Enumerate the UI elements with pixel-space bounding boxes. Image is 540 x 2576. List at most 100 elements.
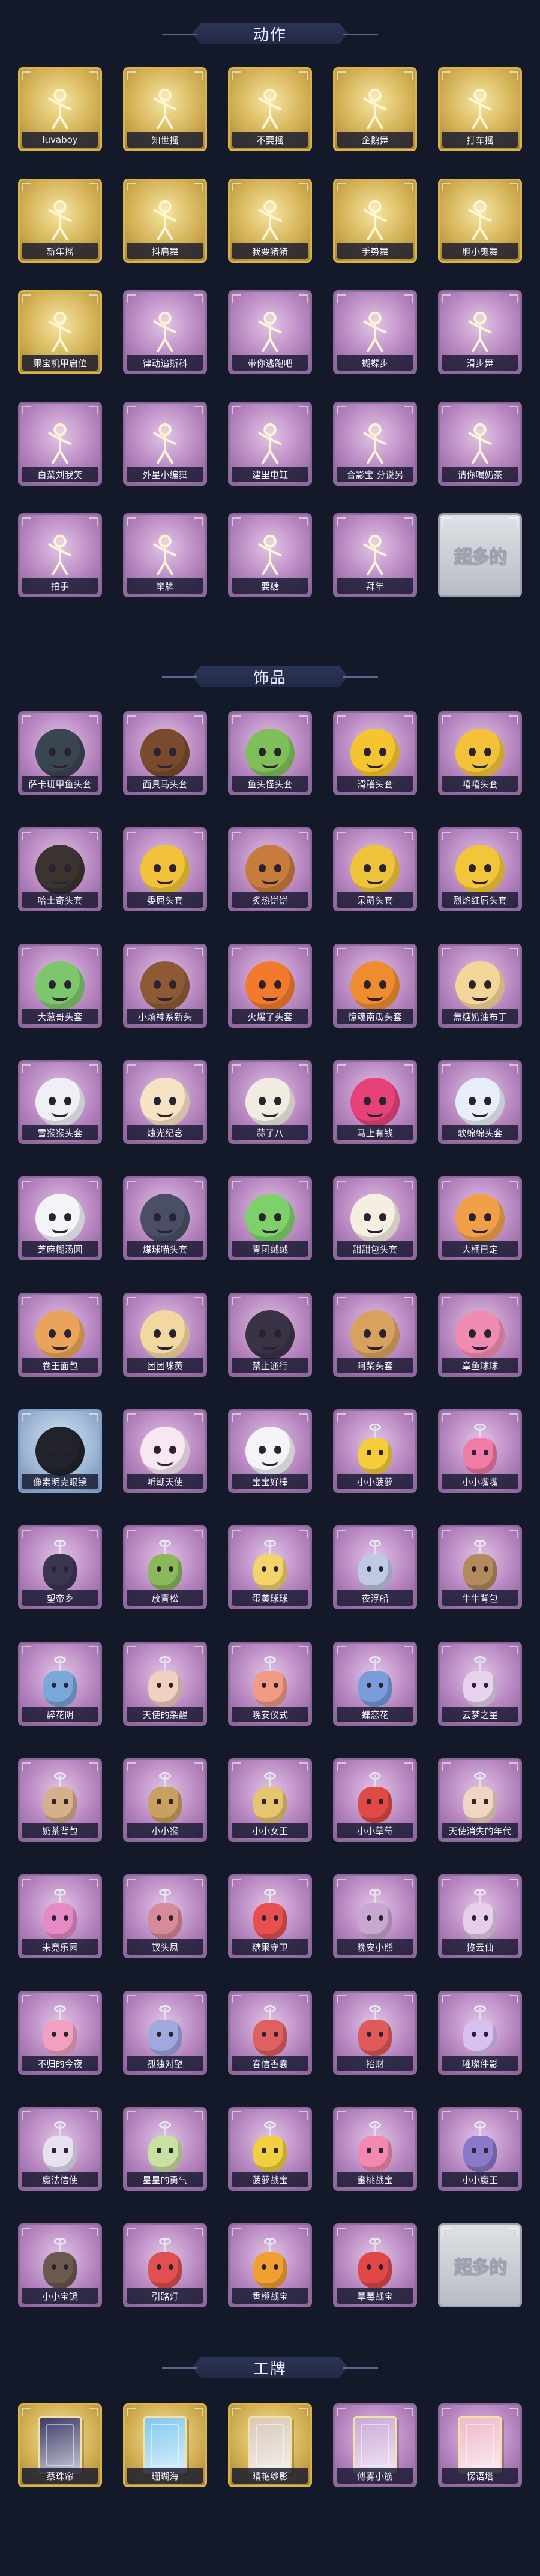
- accessories-item[interactable]: 小小菠萝: [333, 1409, 417, 1493]
- accessories-item[interactable]: 团团咪黄: [123, 1293, 207, 1377]
- actions-item[interactable]: 不要摇: [228, 67, 312, 151]
- accessories-item[interactable]: 晚安小熊: [333, 1874, 417, 1958]
- accessories-item[interactable]: 青团绒绒: [228, 1176, 312, 1260]
- accessories-item[interactable]: 炙热饼饼: [228, 827, 312, 911]
- accessories-item[interactable]: 璀璨件影: [438, 1991, 522, 2075]
- accessories-item[interactable]: 望帝乡: [18, 1525, 102, 1609]
- accessories-item[interactable]: 呆萌头套: [333, 827, 417, 911]
- accessories-item[interactable]: 夜浮船: [333, 1525, 417, 1609]
- actions-item[interactable]: 外星小编舞: [123, 402, 207, 486]
- accessories-item[interactable]: 嘻嘻头套: [438, 711, 522, 795]
- accessories-item[interactable]: 煤球喵头套: [123, 1176, 207, 1260]
- accessories-item[interactable]: 大葱哥头套: [18, 944, 102, 1028]
- badges-item[interactable]: 蔡珠帘: [18, 2403, 102, 2487]
- accessories-item[interactable]: 小小猴: [123, 1758, 207, 1842]
- accessories-item[interactable]: 小小草莓: [333, 1758, 417, 1842]
- accessories-item[interactable]: 软绵绵头套: [438, 1060, 522, 1144]
- accessories-item[interactable]: 鱼头怪头套: [228, 711, 312, 795]
- accessories-item[interactable]: 醉花阴: [18, 1642, 102, 1726]
- accessories-item[interactable]: 烈焰红唇头套: [438, 827, 522, 911]
- actions-item[interactable]: 抖肩舞: [123, 179, 207, 263]
- accessories-item[interactable]: 马上有钱: [333, 1060, 417, 1144]
- accessories-item[interactable]: 卷王面包: [18, 1293, 102, 1377]
- actions-item[interactable]: 超多的: [438, 513, 522, 597]
- accessories-item[interactable]: 焦糖奶油布丁: [438, 944, 522, 1028]
- accessories-item[interactable]: 菠萝战宝: [228, 2107, 312, 2191]
- accessories-item[interactable]: 揽云仙: [438, 1874, 522, 1958]
- accessories-item[interactable]: 放青松: [123, 1525, 207, 1609]
- accessories-item[interactable]: 甜甜包头套: [333, 1176, 417, 1260]
- actions-item[interactable]: 新年摇: [18, 179, 102, 263]
- badges-item[interactable]: 晴艳纱影: [228, 2403, 312, 2487]
- accessories-item[interactable]: 天使的杂醒: [123, 1642, 207, 1726]
- accessories-item[interactable]: 章鱼球球: [438, 1293, 522, 1377]
- actions-item[interactable]: 滑步舞: [438, 290, 522, 374]
- actions-item[interactable]: 我要猪猪: [228, 179, 312, 263]
- actions-item[interactable]: 知世摇: [123, 67, 207, 151]
- accessories-item[interactable]: 宝宝好棒: [228, 1409, 312, 1493]
- accessories-item[interactable]: 小小女王: [228, 1758, 312, 1842]
- accessories-item[interactable]: 蝶恋花: [333, 1642, 417, 1726]
- actions-item[interactable]: 带你逃跑吧: [228, 290, 312, 374]
- accessories-item[interactable]: 哈士奇头套: [18, 827, 102, 911]
- actions-item[interactable]: 要糖: [228, 513, 312, 597]
- actions-item[interactable]: 蝴蝶步: [333, 290, 417, 374]
- accessories-item[interactable]: 孤独对望: [123, 1991, 207, 2075]
- actions-item[interactable]: 果宝机甲启位: [18, 290, 102, 374]
- accessories-item[interactable]: 像素明克眼镜: [18, 1409, 102, 1493]
- accessories-item[interactable]: 禁止通行: [228, 1293, 312, 1377]
- actions-item[interactable]: 手势舞: [333, 179, 417, 263]
- actions-item[interactable]: 企鹅舞: [333, 67, 417, 151]
- accessories-item[interactable]: 蛋黄球球: [228, 1525, 312, 1609]
- accessories-item[interactable]: 烛光纪念: [123, 1060, 207, 1144]
- accessories-item[interactable]: 糖果守卫: [228, 1874, 312, 1958]
- accessories-item[interactable]: 委屈头套: [123, 827, 207, 911]
- accessories-item[interactable]: 钗头凤: [123, 1874, 207, 1958]
- accessories-item[interactable]: 奶茶背包: [18, 1758, 102, 1842]
- actions-item[interactable]: luvaboy: [18, 67, 102, 151]
- accessories-item[interactable]: 小烦神系新头: [123, 944, 207, 1028]
- actions-item[interactable]: 请你喝奶茶: [438, 402, 522, 486]
- accessories-item[interactable]: 超多的: [438, 2223, 522, 2307]
- accessories-item[interactable]: 滑稽头套: [333, 711, 417, 795]
- accessories-item[interactable]: 云梦之星: [438, 1642, 522, 1726]
- actions-item[interactable]: 打车摇: [438, 67, 522, 151]
- actions-item[interactable]: 拍手: [18, 513, 102, 597]
- actions-item[interactable]: 拜年: [333, 513, 417, 597]
- badges-item[interactable]: 珊瑚海: [123, 2403, 207, 2487]
- accessories-item[interactable]: 听潮天使: [123, 1409, 207, 1493]
- accessories-item[interactable]: 雪猴猴头套: [18, 1060, 102, 1144]
- accessories-item[interactable]: 惊魂南瓜头套: [333, 944, 417, 1028]
- actions-item[interactable]: 白菜刘我笑: [18, 402, 102, 486]
- accessories-item[interactable]: 天使消失的年代: [438, 1758, 522, 1842]
- accessories-item[interactable]: 不归的今夜: [18, 1991, 102, 2075]
- actions-item[interactable]: 合影宝 分说另: [333, 402, 417, 486]
- accessories-item[interactable]: 牛牛背包: [438, 1525, 522, 1609]
- accessories-item[interactable]: 萨卡班甲鱼头套: [18, 711, 102, 795]
- accessories-item[interactable]: 春信香囊: [228, 1991, 312, 2075]
- accessories-item[interactable]: 小小魔王: [438, 2107, 522, 2191]
- accessories-item[interactable]: 未竟乐园: [18, 1874, 102, 1958]
- accessories-item[interactable]: 芝麻糊汤圆: [18, 1176, 102, 1260]
- accessories-item[interactable]: 大橘已定: [438, 1176, 522, 1260]
- accessories-item[interactable]: 小小宝镜: [18, 2223, 102, 2307]
- accessories-item[interactable]: 蒜了八: [228, 1060, 312, 1144]
- accessories-item[interactable]: 晚安仪式: [228, 1642, 312, 1726]
- accessories-item[interactable]: 魔法信使: [18, 2107, 102, 2191]
- accessories-item[interactable]: 火爆了头套: [228, 944, 312, 1028]
- actions-item[interactable]: 胆小鬼舞: [438, 179, 522, 263]
- accessories-item[interactable]: 香橙战宝: [228, 2223, 312, 2307]
- accessories-item[interactable]: 面具马头套: [123, 711, 207, 795]
- badges-item[interactable]: 愣语塔: [438, 2403, 522, 2487]
- accessories-item[interactable]: 小小嘴嘴: [438, 1409, 522, 1493]
- accessories-item[interactable]: 阿柴头套: [333, 1293, 417, 1377]
- accessories-item[interactable]: 星星的勇气: [123, 2107, 207, 2191]
- accessories-item[interactable]: 草莓战宝: [333, 2223, 417, 2307]
- actions-item[interactable]: 律动追斯科: [123, 290, 207, 374]
- actions-item[interactable]: 建里电缸: [228, 402, 312, 486]
- accessories-item[interactable]: 招财: [333, 1991, 417, 2075]
- badges-item[interactable]: 傅雾小筋: [333, 2403, 417, 2487]
- accessories-item[interactable]: 蜜桃战宝: [333, 2107, 417, 2191]
- accessories-item[interactable]: 引路灯: [123, 2223, 207, 2307]
- actions-item[interactable]: 举牌: [123, 513, 207, 597]
